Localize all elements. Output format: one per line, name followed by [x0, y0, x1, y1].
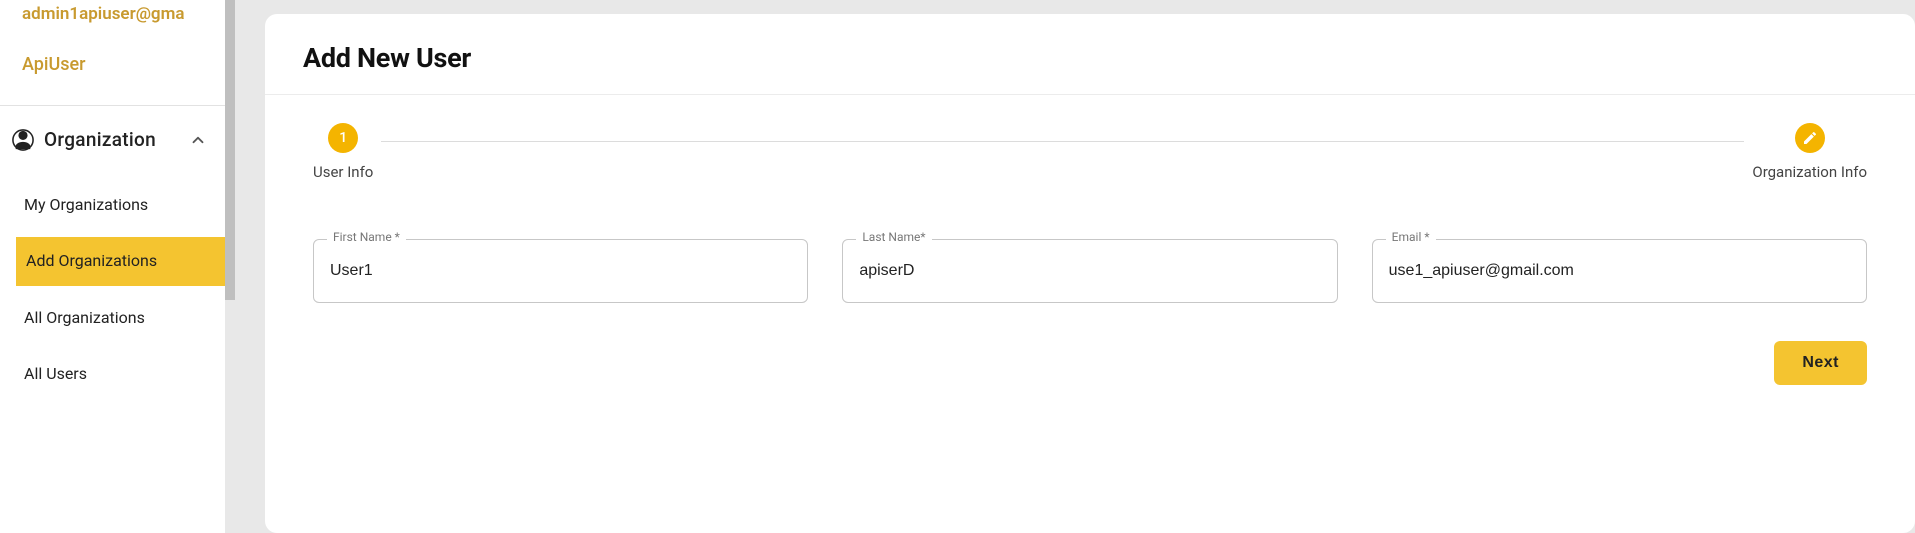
step-label: Organization Info	[1752, 163, 1867, 181]
first-name-input[interactable]	[313, 239, 808, 303]
sidebar-section-title: Organization	[44, 128, 179, 151]
scrollbar[interactable]	[225, 0, 235, 300]
form-actions: Next	[265, 303, 1915, 385]
first-name-field-wrap: First Name *	[313, 239, 808, 303]
email-label: Email *	[1386, 230, 1436, 244]
step-number-badge: 1	[328, 123, 358, 153]
sidebar-item-all-organizations[interactable]: All Organizations	[0, 294, 225, 342]
last-name-label: Last Name*	[856, 230, 931, 244]
first-name-label: First Name *	[327, 230, 406, 244]
page-title: Add New User	[303, 42, 1877, 74]
sidebar-item-my-organizations[interactable]: My Organizations	[0, 181, 225, 229]
person-icon	[12, 129, 34, 151]
main-content: Add New User 1 User Info Organization In…	[225, 0, 1915, 533]
sidebar: admin1apiuser@gma ApiUser Organization M…	[0, 0, 225, 533]
last-name-field-wrap: Last Name*	[842, 239, 1337, 303]
step-organization-info[interactable]: Organization Info	[1752, 123, 1867, 181]
step-connector	[381, 141, 1744, 142]
user-email: admin1apiuser@gma	[0, 0, 225, 24]
email-field-wrap: Email *	[1372, 239, 1867, 303]
card-header: Add New User	[265, 14, 1915, 95]
sidebar-item-label: Add Organizations	[26, 251, 157, 270]
step-user-info[interactable]: 1 User Info	[313, 123, 373, 181]
card: Add New User 1 User Info Organization In…	[265, 14, 1915, 533]
email-input[interactable]	[1372, 239, 1867, 303]
last-name-input[interactable]	[842, 239, 1337, 303]
sidebar-item-label: All Users	[24, 364, 87, 383]
form-row: First Name * Last Name* Email *	[265, 209, 1915, 303]
sidebar-item-label: My Organizations	[24, 195, 148, 214]
user-sublabel: ApiUser	[0, 24, 225, 95]
sidebar-item-all-users[interactable]: All Users	[0, 350, 225, 398]
stepper: 1 User Info Organization Info	[265, 95, 1915, 209]
step-label: User Info	[313, 163, 373, 181]
sidebar-section-organization[interactable]: Organization	[0, 106, 225, 173]
sidebar-item-label: All Organizations	[24, 308, 145, 327]
edit-icon	[1795, 123, 1825, 153]
next-button[interactable]: Next	[1774, 341, 1867, 385]
chevron-up-icon	[189, 131, 207, 149]
sidebar-item-add-organizations[interactable]: Add Organizations	[16, 237, 225, 285]
